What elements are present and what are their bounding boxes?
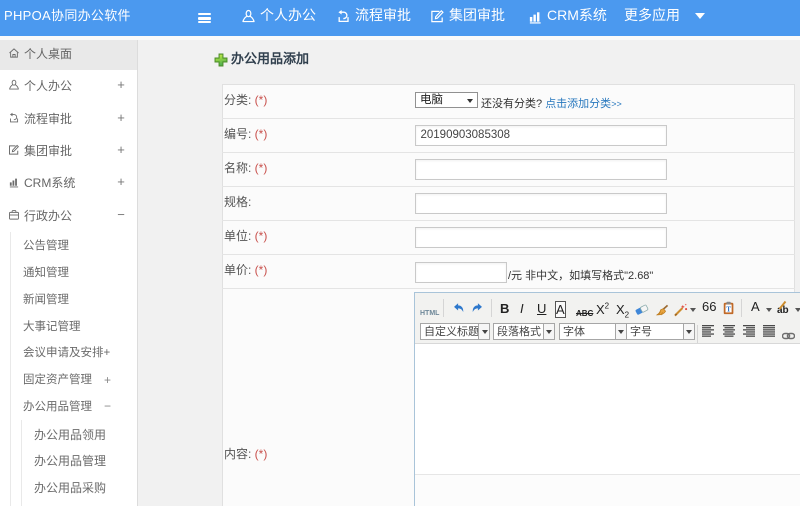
svg-text:T: T xyxy=(726,306,731,314)
